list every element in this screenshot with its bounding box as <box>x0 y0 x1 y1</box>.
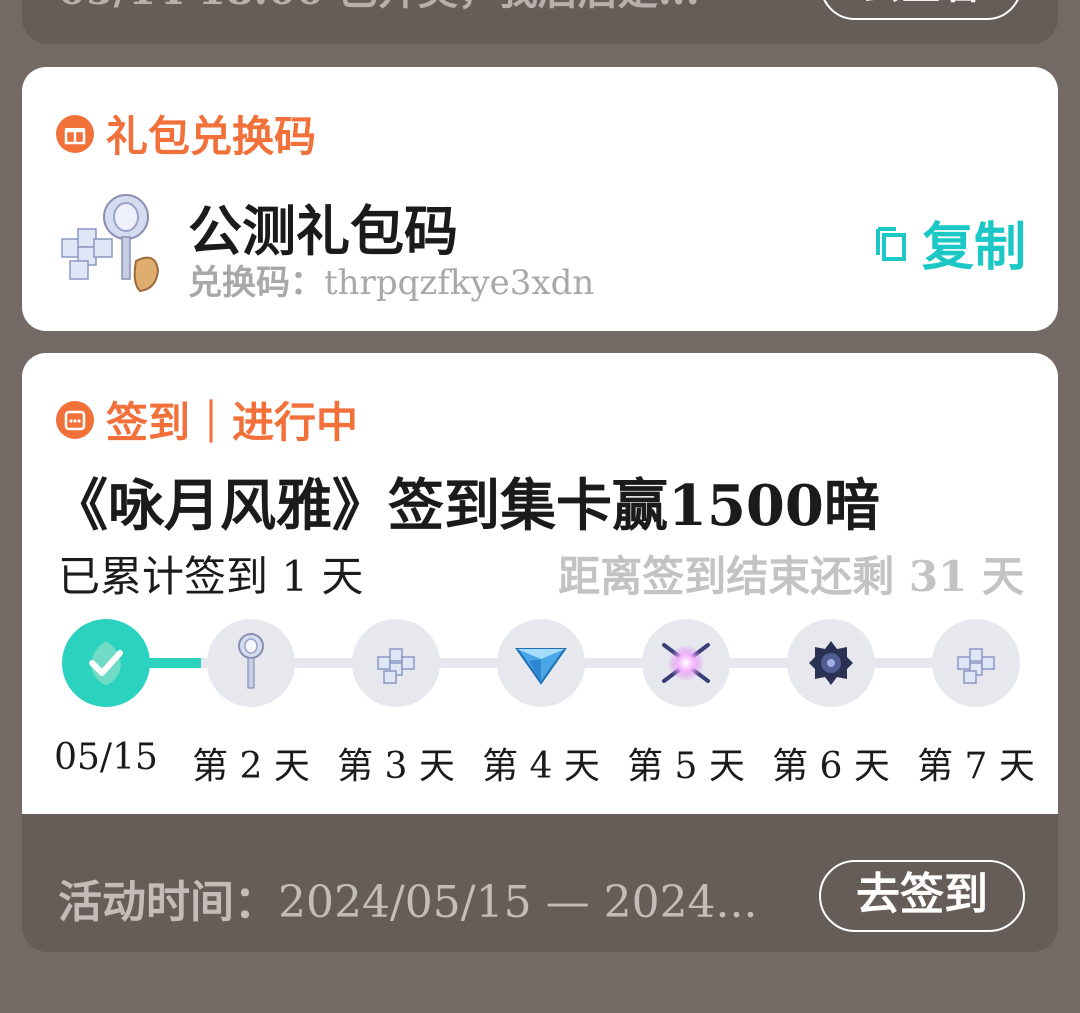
glowing-orb-icon <box>662 643 710 683</box>
day-3-node[interactable] <box>352 619 440 707</box>
activity-time-label: 活动时间： <box>58 877 278 928</box>
day-6-label: 第 6 天 <box>772 746 890 787</box>
crystal-cubes-icon <box>957 648 995 684</box>
check-leaf-icon <box>89 641 123 685</box>
scepter-item-icon <box>238 633 264 689</box>
day-2-label: 第 2 天 <box>192 746 310 787</box>
sign-in-card: 签到｜进行中 《咏月风雅》签到集卡赢1500暗 已累计签到 1 天 距离签到结束… <box>22 353 1058 837</box>
event-title: 《咏月风雅》签到集卡赢1500暗 <box>52 473 880 539</box>
copy-label: 复制 <box>921 217 1026 278</box>
sign-section-title: 签到｜进行中 <box>56 389 358 450</box>
day-4-node[interactable] <box>497 619 585 707</box>
redeem-code-line: 兑换码：thrpqzfkye3xdn <box>188 255 594 304</box>
day-1-label: 05/15 <box>54 737 158 778</box>
gift-code-card: 礼包兑换码 公测礼包码 兑换码：thrpqzfkye3xdn 复制 <box>22 67 1058 331</box>
gift-icon <box>56 114 94 153</box>
view-button[interactable]: 去查看 <box>820 0 1022 20</box>
day-3-label: 第 3 天 <box>337 746 455 787</box>
previous-activity-card: 05/14 18:00 已开奖，我后后是... 去查看 <box>22 0 1058 44</box>
gift-section-title: 礼包兑换码 <box>56 103 316 164</box>
day-5-node[interactable] <box>642 619 730 707</box>
previous-activity-text: 05/14 18:00 已开奖，我后后是... <box>58 0 700 16</box>
activity-time-line: 活动时间：2024/05/15 — 2024... <box>58 866 758 930</box>
redeem-code-value: thrpqzfkye3xdn <box>324 263 595 303</box>
calendar-icon <box>56 400 94 439</box>
crystal-cubes-icon <box>377 648 415 684</box>
accumulated-days: 已累计签到 1 天 <box>58 552 364 601</box>
blue-gem-icon <box>515 648 567 685</box>
remaining-days: 距离签到结束还剩 31 天 <box>558 552 1024 601</box>
gift-section-title-text: 礼包兑换码 <box>106 112 317 161</box>
dark-crest-icon <box>809 641 853 685</box>
day-6-node[interactable] <box>787 619 875 707</box>
gift-item-icon <box>52 191 168 297</box>
day-7-node[interactable] <box>932 619 1020 707</box>
day-2-node[interactable] <box>207 619 295 707</box>
day-5-label: 第 5 天 <box>627 746 745 787</box>
redeem-code-label: 兑换码： <box>188 263 324 303</box>
copy-button[interactable]: 复制 <box>870 205 1026 280</box>
sign-section-title-text: 签到｜进行中 <box>106 398 359 447</box>
day-1-node[interactable] <box>62 619 150 707</box>
day-7-label: 第 7 天 <box>917 746 1035 787</box>
go-sign-in-button[interactable]: 去签到 <box>819 860 1025 932</box>
activity-time-value: 2024/05/15 — 2024... <box>278 877 758 928</box>
day-4-label: 第 4 天 <box>482 746 600 787</box>
copy-icon <box>875 226 906 261</box>
activity-time-bar: 活动时间：2024/05/15 — 2024... 去签到 <box>22 814 1058 952</box>
